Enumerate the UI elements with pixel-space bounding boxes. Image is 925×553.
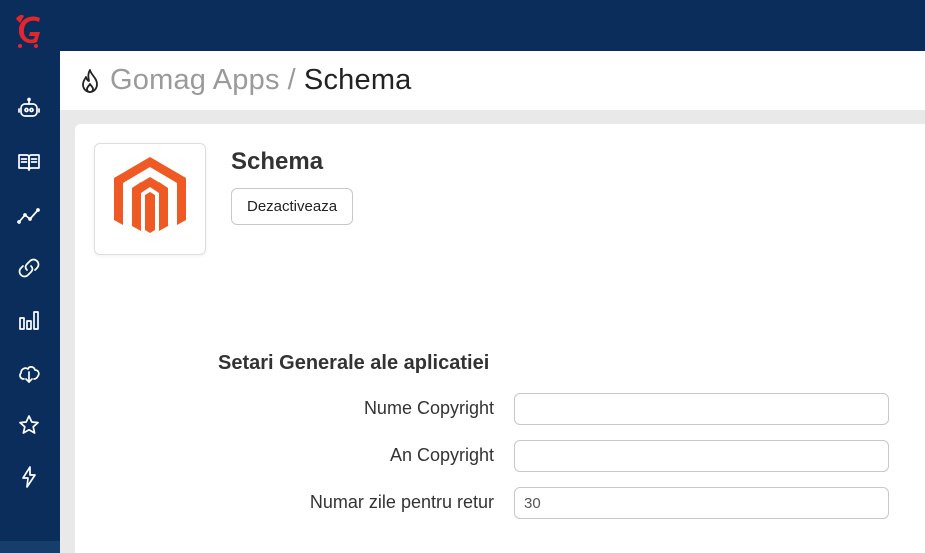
copyright-name-input[interactable] (514, 393, 889, 425)
star-icon[interactable] (14, 410, 44, 440)
link-icon[interactable] (14, 253, 44, 283)
breadcrumb-separator: / (287, 64, 296, 96)
return-days-input[interactable] (514, 487, 889, 519)
page-header: Gomag Apps / Schema (60, 51, 925, 110)
field-row-copyright-year: An Copyright (75, 440, 925, 472)
copyright-name-label: Nume Copyright (363, 398, 494, 418)
field-row-return-days: Numar zile pentru retur (75, 487, 925, 519)
bar-chart-icon[interactable] (14, 305, 44, 335)
app-card: Schema Dezactiveaza Setari Generale ale … (75, 124, 925, 553)
breadcrumb-root[interactable]: Gomag Apps (110, 64, 280, 96)
trend-line-icon[interactable] (14, 201, 44, 231)
breadcrumb-current: Schema (303, 64, 412, 96)
field-row-copyright-name: Nume Copyright (75, 393, 925, 425)
robot-icon[interactable] (14, 93, 44, 123)
gomag-logo[interactable] (10, 10, 50, 50)
book-icon[interactable] (14, 147, 44, 177)
breadcrumb: Gomag Apps / Schema (110, 64, 412, 97)
copyright-year-label: An Copyright (389, 445, 494, 465)
return-days-label: Numar zile pentru retur (309, 492, 494, 512)
lightning-icon[interactable] (14, 462, 44, 492)
sidebar (0, 0, 60, 553)
sidebar-footer (0, 541, 60, 553)
app-title: Schema (231, 148, 324, 175)
cloud-download-icon[interactable] (14, 358, 44, 388)
top-bar (60, 0, 925, 51)
deactivate-button[interactable]: Dezactiveaza (231, 188, 354, 225)
copyright-year-input[interactable] (514, 440, 889, 472)
settings-section-title: Setari Generale ale aplicatiei (218, 352, 490, 374)
magento-logo-icon (94, 143, 206, 255)
fire-icon (78, 68, 102, 94)
